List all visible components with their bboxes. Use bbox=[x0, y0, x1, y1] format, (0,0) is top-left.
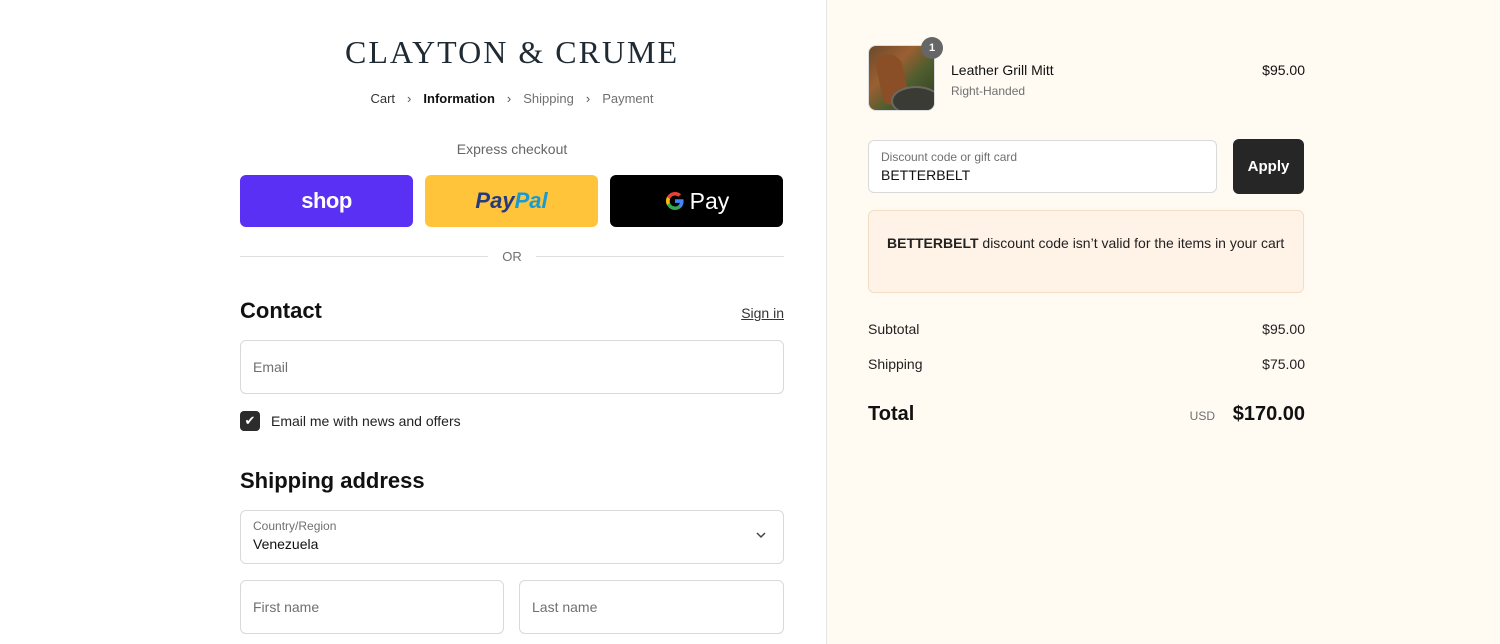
chevron-down-icon bbox=[756, 532, 766, 539]
item-name: Leather Grill Mitt bbox=[951, 62, 1054, 78]
shipping-address-heading: Shipping address bbox=[240, 468, 425, 493]
email-input[interactable] bbox=[253, 359, 771, 375]
breadcrumb-information: Information bbox=[423, 91, 495, 106]
sign-in-link[interactable]: Sign in bbox=[741, 305, 784, 321]
google-pay-label: Pay bbox=[689, 187, 730, 214]
checkmark-icon: ✔ bbox=[244, 413, 256, 428]
or-label: OR bbox=[502, 249, 522, 264]
country-value: Venezuela bbox=[253, 536, 319, 552]
checkout-main-panel: CLAYTON & CRUME Cart › Information › Shi… bbox=[0, 0, 826, 644]
item-price: $95.00 bbox=[1262, 62, 1305, 78]
newsletter-label[interactable]: Email me with news and offers bbox=[271, 413, 461, 429]
store-logo[interactable]: CLAYTON & CRUME bbox=[240, 34, 784, 71]
first-name-input[interactable] bbox=[253, 599, 491, 615]
product-image-grill bbox=[891, 86, 934, 110]
first-name-field[interactable] bbox=[240, 580, 504, 634]
shop-pay-logo: shop bbox=[301, 188, 352, 213]
paypal-logo-part1: Pay bbox=[475, 188, 515, 213]
breadcrumb-cart[interactable]: Cart bbox=[370, 91, 395, 106]
shipping-value: $75.00 bbox=[1262, 356, 1305, 372]
last-name-input[interactable] bbox=[532, 599, 771, 615]
country-label: Country/Region bbox=[253, 519, 337, 533]
quantity-badge: 1 bbox=[921, 37, 943, 59]
contact-heading: Contact bbox=[240, 298, 322, 323]
discount-input[interactable] bbox=[881, 167, 1204, 183]
google-pay-button[interactable]: Pay bbox=[610, 175, 783, 227]
last-name-field[interactable] bbox=[519, 580, 784, 634]
error-text: discount code isn’t valid for the items … bbox=[978, 235, 1285, 251]
currency-code: USD bbox=[1189, 409, 1215, 423]
subtotal-label: Subtotal bbox=[868, 321, 920, 337]
shop-pay-button[interactable]: shop bbox=[240, 175, 413, 227]
email-field[interactable] bbox=[240, 340, 784, 394]
newsletter-checkbox[interactable]: ✔ bbox=[240, 411, 260, 431]
chevron-right-icon: › bbox=[506, 91, 512, 106]
divider-line bbox=[535, 256, 784, 257]
total-label: Total bbox=[868, 403, 915, 425]
or-divider: OR bbox=[240, 249, 784, 264]
breadcrumb: Cart › Information › Shipping › Payment bbox=[240, 91, 784, 106]
paypal-logo-part2: Pal bbox=[514, 188, 548, 213]
item-variant: Right-Handed bbox=[951, 84, 1026, 98]
breadcrumb-payment: Payment bbox=[602, 91, 654, 106]
total-value: $170.00 bbox=[1232, 403, 1305, 425]
shipping-label: Shipping bbox=[868, 356, 923, 372]
subtotal-value: $95.00 bbox=[1262, 321, 1305, 337]
divider-line bbox=[240, 256, 489, 257]
error-code: BETTERBELT bbox=[887, 235, 979, 251]
express-checkout-label: Express checkout bbox=[456, 141, 568, 157]
chevron-right-icon: › bbox=[407, 91, 412, 106]
country-select[interactable]: Country/Region Venezuela bbox=[240, 510, 784, 564]
discount-code-field[interactable]: Discount code or gift card bbox=[868, 140, 1217, 193]
discount-label: Discount code or gift card bbox=[881, 150, 1018, 164]
discount-error-message: BETTERBELT discount code isn’t valid for… bbox=[868, 210, 1304, 293]
paypal-button[interactable]: Pay Pal bbox=[425, 175, 598, 227]
apply-discount-button[interactable]: Apply bbox=[1233, 139, 1304, 194]
google-g-icon bbox=[665, 192, 684, 210]
breadcrumb-shipping: Shipping bbox=[523, 91, 574, 106]
chevron-right-icon: › bbox=[585, 91, 591, 106]
